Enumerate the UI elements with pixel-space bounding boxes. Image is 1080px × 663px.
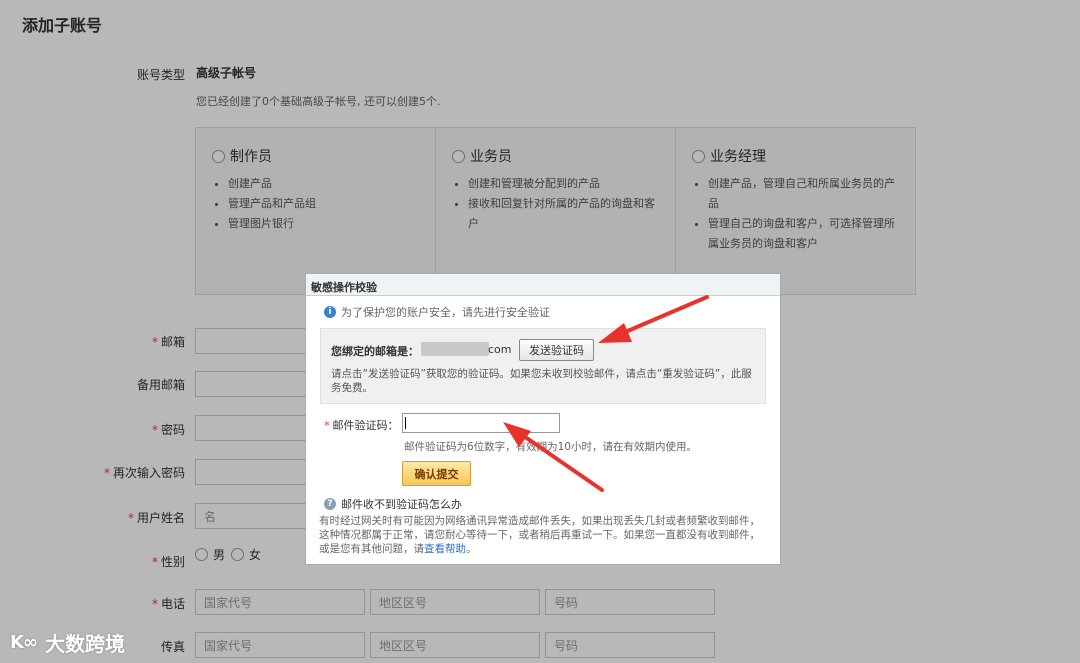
watermark-text: 大数跨境: [44, 632, 125, 656]
annotation-arrows: [503, 295, 709, 492]
watermark-logo: K∞: [10, 632, 38, 653]
arrow-to-send-button: [598, 295, 709, 343]
watermark: K∞ 大数跨境: [10, 628, 125, 657]
arrow-to-code-input: [503, 422, 604, 492]
